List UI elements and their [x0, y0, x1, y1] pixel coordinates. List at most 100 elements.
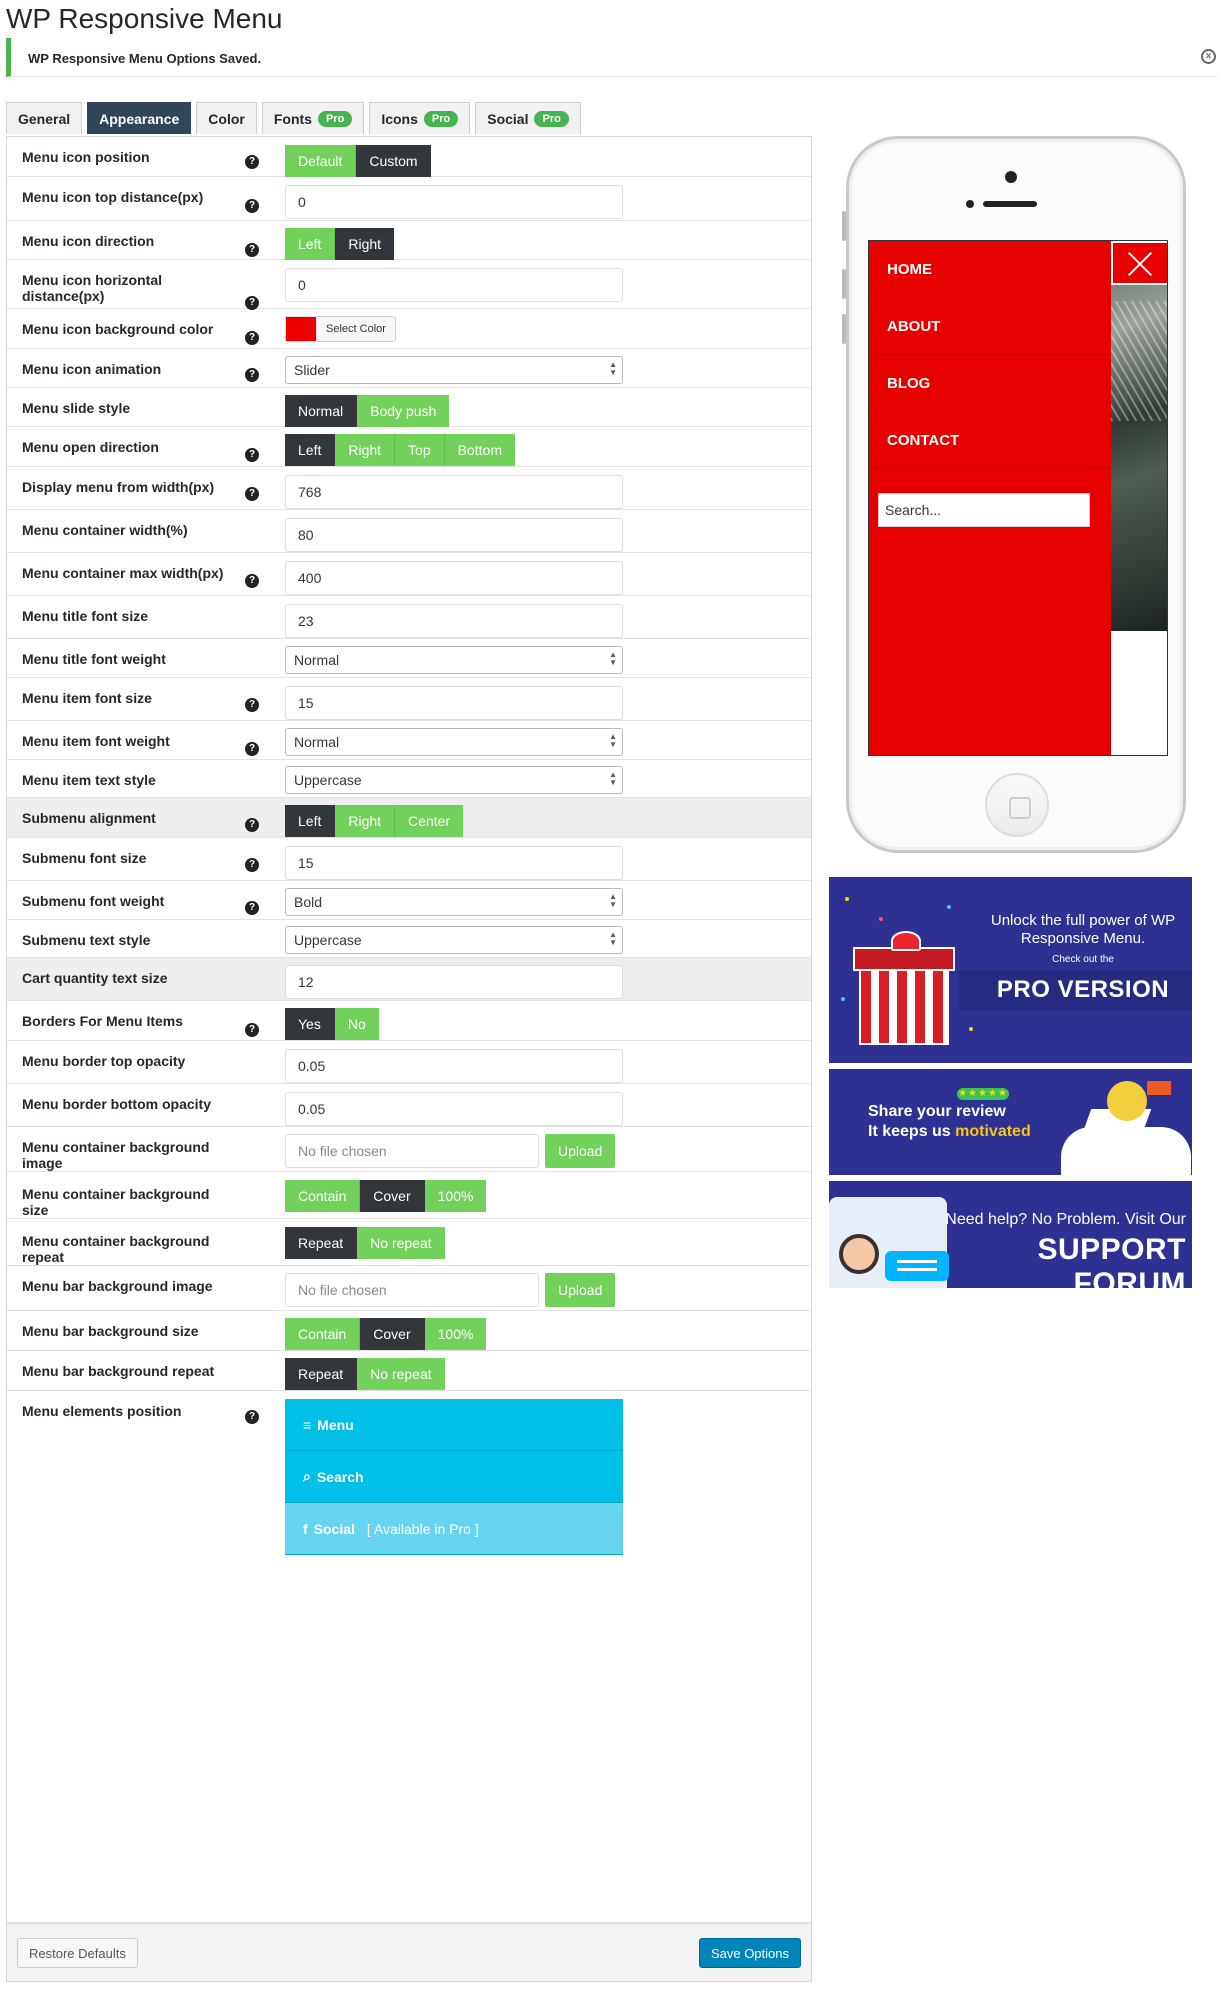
menu-border-top-opacity-input[interactable]: 0.05 [285, 1049, 623, 1083]
tab-social[interactable]: Social Pro [475, 102, 581, 134]
review-banner[interactable]: ★★★★★ Share your review It keeps us moti… [829, 1069, 1192, 1175]
preview-search-input[interactable]: Search... [878, 493, 1090, 527]
upload-button[interactable]: Upload [545, 1273, 616, 1307]
option-no[interactable]: No [334, 1008, 379, 1040]
gift-box-icon [853, 931, 959, 1045]
option-no-repeat[interactable]: No repeat [357, 1227, 445, 1259]
menu-container-width-input[interactable]: 80 [285, 518, 623, 552]
support-forum-banner[interactable]: Need help? No Problem. Visit Our SUPPORT… [829, 1181, 1192, 1288]
preview-menu-item-about[interactable]: ABOUT [869, 298, 1111, 355]
option-body-push[interactable]: Body push [357, 395, 450, 427]
option-yes[interactable]: Yes [285, 1008, 335, 1040]
submenu-alignment-control: Left Right Center [285, 805, 464, 837]
help-icon[interactable]: ? [245, 296, 259, 310]
help-icon[interactable]: ? [245, 698, 259, 712]
option-top[interactable]: Top [395, 434, 445, 466]
tab-general[interactable]: General [6, 102, 83, 134]
restore-defaults-button[interactable]: Restore Defaults [17, 1938, 138, 1968]
setting-label: Submenu font weight [22, 893, 165, 909]
file-path-input[interactable]: No file chosen [285, 1134, 539, 1168]
option-100-[interactable]: 100% [424, 1318, 487, 1350]
tab-icons[interactable]: Icons Pro [369, 102, 471, 134]
help-icon[interactable]: ? [245, 487, 259, 501]
file-path-input[interactable]: No file chosen [285, 1273, 539, 1307]
menu-icon-animation-select[interactable]: Slider ▲ ▼ [285, 356, 623, 384]
submenu-font-size-input[interactable]: 15 [285, 846, 623, 880]
help-icon[interactable]: ? [245, 1410, 259, 1424]
menu-item-text-style-control: Uppercase ▲ ▼ [285, 766, 623, 794]
option-100-[interactable]: 100% [424, 1180, 487, 1212]
help-icon[interactable]: ? [245, 818, 259, 832]
save-options-button[interactable]: Save Options [698, 1938, 801, 1968]
menu-item-font-size-input[interactable]: 15 [285, 686, 623, 720]
option-right[interactable]: Right [335, 228, 395, 260]
menu-item-text-style-select[interactable]: Uppercase ▲ ▼ [285, 766, 623, 794]
color-swatch[interactable] [285, 316, 317, 342]
select-color-button[interactable]: Select Color [317, 316, 396, 342]
menu-title-font-size-input[interactable]: 23 [285, 604, 623, 638]
setting-row-menu-icon-top-distance: Menu icon top distance(px)? 0 [7, 177, 811, 221]
preview-menu-item-home[interactable]: HOME [869, 241, 1111, 298]
menu-icon-top-distance-control: 0 [285, 185, 623, 219]
display-menu-from-width-input[interactable]: 768 [285, 475, 623, 509]
help-icon[interactable]: ? [245, 331, 259, 345]
submenu-font-weight-select[interactable]: Bold ▲ ▼ [285, 888, 623, 916]
color-picker[interactable]: Select Color [285, 315, 396, 343]
setting-row-menu-elements-position: Menu elements position? ≡ Menu ⌕ Search f Soci… [7, 1391, 811, 1923]
setting-row-menu-icon-background-color: Menu icon background color? Select Color [7, 309, 811, 349]
menu-title-font-weight-select[interactable]: Normal ▲ ▼ [285, 646, 623, 674]
help-icon[interactable]: ? [245, 901, 259, 915]
setting-row-submenu-font-weight: Submenu font weight? Bold ▲ ▼ [7, 881, 811, 920]
setting-label: Menu icon horizontal distance(px) [22, 272, 162, 304]
help-icon[interactable]: ? [245, 1023, 259, 1037]
help-icon[interactable]: ? [245, 858, 259, 872]
option-custom[interactable]: Custom [356, 145, 431, 177]
setting-label: Menu item text style [22, 772, 156, 788]
submenu-text-style-select[interactable]: Uppercase ▲ ▼ [285, 926, 623, 954]
option-contain[interactable]: Contain [285, 1180, 361, 1212]
option-contain[interactable]: Contain [285, 1318, 361, 1350]
setting-row-cart-quantity-text-size: Cart quantity text size 12 [7, 958, 811, 1001]
option-default[interactable]: Default [285, 145, 357, 177]
help-icon[interactable]: ? [245, 199, 259, 213]
menu-icon-horizontal-distance-input[interactable]: 0 [285, 268, 623, 302]
help-icon[interactable]: ? [245, 368, 259, 382]
help-icon[interactable]: ? [245, 243, 259, 257]
option-left[interactable]: Left [285, 228, 336, 260]
option-repeat[interactable]: Repeat [285, 1358, 358, 1390]
option-cover[interactable]: Cover [360, 1318, 425, 1350]
option-cover[interactable]: Cover [360, 1180, 425, 1212]
cart-quantity-text-size-input[interactable]: 12 [285, 965, 623, 999]
help-icon[interactable]: ? [245, 448, 259, 462]
help-icon[interactable]: ? [245, 155, 259, 169]
menu-item-font-weight-select[interactable]: Normal ▲ ▼ [285, 728, 623, 756]
sortable-item-search[interactable]: ⌕ Search [285, 1451, 623, 1503]
sortable-item-menu[interactable]: ≡ Menu [285, 1399, 623, 1451]
menu-border-bottom-opacity-input[interactable]: 0.05 [285, 1092, 623, 1126]
help-icon[interactable]: ? [245, 574, 259, 588]
tab-fonts[interactable]: Fonts Pro [261, 102, 365, 134]
upload-button[interactable]: Upload [545, 1134, 616, 1168]
option-bottom[interactable]: Bottom [444, 434, 515, 466]
tab-color[interactable]: Color [196, 102, 257, 134]
preview-menu-item-blog[interactable]: BLOG [869, 355, 1111, 412]
dismiss-icon[interactable]: × [1201, 49, 1216, 64]
option-center[interactable]: Center [395, 805, 464, 837]
pro-version-banner[interactable]: Unlock the full power of WP Responsive M… [829, 877, 1192, 1063]
preview-close-icon[interactable] [1111, 241, 1167, 285]
option-right[interactable]: Right [335, 805, 396, 837]
option-repeat[interactable]: Repeat [285, 1227, 358, 1259]
menu-icon-top-distance-input[interactable]: 0 [285, 185, 623, 219]
menu-container-max-width-input[interactable]: 400 [285, 561, 623, 595]
menu-container-background-image-control: No file chosen Upload [285, 1134, 616, 1168]
setting-label: Menu elements position [22, 1403, 182, 1419]
option-right[interactable]: Right [335, 434, 396, 466]
help-icon[interactable]: ? [245, 742, 259, 756]
preview-menu-item-contact[interactable]: CONTACT [869, 412, 1111, 469]
option-normal[interactable]: Normal [285, 395, 358, 427]
tab-appearance[interactable]: Appearance [87, 102, 192, 134]
option-left[interactable]: Left [285, 805, 336, 837]
option-left[interactable]: Left [285, 434, 336, 466]
option-no-repeat[interactable]: No repeat [357, 1358, 445, 1390]
setting-row-menu-container-background-size: Menu container background size Contain Cov… [7, 1172, 811, 1219]
